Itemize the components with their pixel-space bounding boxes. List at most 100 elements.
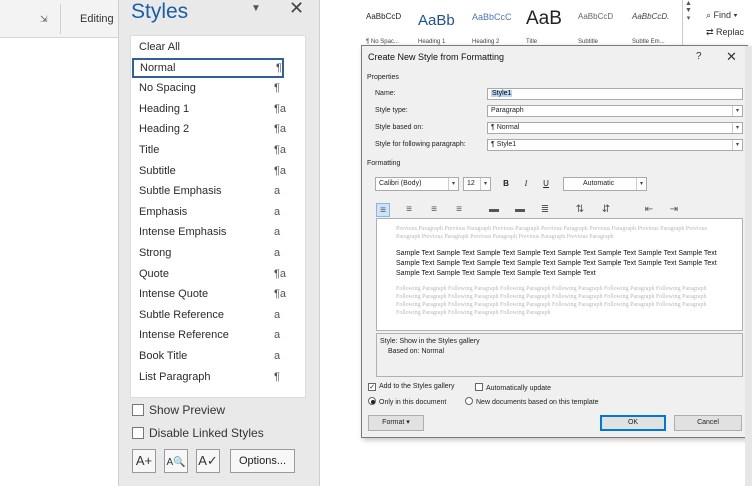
checkbox-icon[interactable] <box>475 383 483 391</box>
align-left-button[interactable]: ≡ <box>376 203 390 217</box>
chevron-down-icon[interactable]: ▾ <box>448 178 458 190</box>
style-item[interactable]: Clear All <box>132 37 284 57</box>
disable-linked-styles-checkbox[interactable]: Disable Linked Styles <box>132 426 264 440</box>
style-item[interactable]: Intense Emphasis a <box>132 222 284 242</box>
justify-button[interactable]: ≡ <box>452 203 466 217</box>
checkbox-icon[interactable] <box>132 404 144 416</box>
new-documents-label: New documents based on this template <box>476 399 599 406</box>
help-icon[interactable]: ? <box>696 51 702 62</box>
dialog-launcher-icon[interactable]: ⇲ <box>40 14 48 25</box>
style-item-label: Subtle Reference <box>139 308 224 321</box>
based-on-select[interactable]: ¶ Normal ▾ <box>487 122 743 134</box>
manage-styles-button[interactable]: A✓ <box>196 449 220 473</box>
options-button[interactable]: Options... <box>230 449 295 473</box>
chevron-down-icon[interactable]: ▾ <box>732 140 742 150</box>
style-item[interactable]: Heading 2 ¶a <box>132 119 286 139</box>
style-type-icon: ¶a <box>274 288 287 301</box>
chevron-down-icon[interactable]: ▾ <box>480 178 490 190</box>
gallery-style-sample[interactable]: AaBbCcD <box>578 12 613 21</box>
style-list: Clear All Normal ¶ No Spacing ¶ Heading 1 ¶a He… <box>130 35 306 398</box>
style-item-label: Emphasis <box>139 205 188 218</box>
align-right-button[interactable]: ≡ <box>427 203 441 217</box>
underline-button[interactable]: U <box>539 177 553 191</box>
increase-indent-button[interactable]: ⇥ <box>667 203 681 217</box>
gallery-style-sample[interactable]: AaBbCcD <box>366 12 401 21</box>
gallery-scroll[interactable]: ▲ ▼ ▾ <box>682 0 694 46</box>
style-item[interactable]: Subtle Emphasis a <box>132 181 284 201</box>
style-type-icon: ¶a <box>274 267 287 280</box>
italic-button[interactable]: I <box>519 177 533 191</box>
chevron-down-icon[interactable]: ▾ <box>636 178 646 190</box>
font-color-select[interactable]: Automatic ▾ <box>563 177 647 191</box>
style-item[interactable]: Title ¶a <box>132 140 286 160</box>
checkmark-icon[interactable]: ✓ <box>368 383 376 391</box>
add-to-gallery-checkbox[interactable]: ✓ Add to the Styles gallery <box>368 383 455 391</box>
size-value: 12 <box>467 180 475 187</box>
document-background <box>745 46 752 486</box>
cancel-button[interactable]: Cancel <box>674 415 742 431</box>
only-this-document-label: Only in this document <box>379 399 447 406</box>
name-input[interactable]: Style1 <box>487 88 743 100</box>
style-item-label: Quote <box>139 267 169 280</box>
increase-para-spacing-button[interactable]: ⇅ <box>573 203 587 217</box>
align-center-button[interactable]: ≡ <box>402 203 416 217</box>
one-half-spacing-button[interactable]: ▬ <box>513 203 527 217</box>
gallery-style-sample[interactable]: AaBbCcC <box>472 12 512 22</box>
radio-icon[interactable] <box>465 397 473 405</box>
radio-selected-icon[interactable] <box>368 397 376 405</box>
new-style-button[interactable]: A+ <box>132 449 156 473</box>
decrease-para-spacing-button[interactable]: ⇵ <box>599 203 613 217</box>
editing-group-label[interactable]: Editing <box>80 13 114 25</box>
style-inspector-button[interactable]: A🔍 <box>164 449 188 473</box>
style-item[interactable]: Intense Reference a <box>132 325 284 345</box>
style-description: Style: Show in the Styles gallery Based … <box>376 333 743 377</box>
style-item[interactable]: Intense Quote ¶a <box>132 284 287 304</box>
name-label: Name: <box>375 90 396 97</box>
bold-button[interactable]: B <box>499 177 513 191</box>
style-item-label: Clear All <box>139 41 180 53</box>
size-select[interactable]: 12 ▾ <box>463 177 491 191</box>
auto-update-checkbox[interactable]: Automatically update <box>475 383 551 392</box>
replace-label: Replac <box>716 27 745 37</box>
double-spacing-button[interactable]: ≣ <box>538 203 552 217</box>
chevron-down-icon[interactable]: ▾ <box>732 123 742 133</box>
pane-options-caret-icon[interactable]: ▼ <box>251 3 261 14</box>
style-item[interactable]: Heading 1 ¶a <box>132 99 286 119</box>
style-type-select[interactable]: Paragraph ▾ <box>487 105 743 117</box>
only-this-document-radio[interactable]: Only in this document <box>368 397 446 406</box>
style-item[interactable]: Quote ¶a <box>132 264 287 284</box>
style-item[interactable]: Subtitle ¶a <box>132 161 286 181</box>
style-item-label: Subtitle <box>139 164 176 177</box>
style-item[interactable]: Emphasis a <box>132 202 284 222</box>
style-item[interactable]: Book Title a <box>132 346 284 366</box>
following-paragraph-select[interactable]: ¶ Style1 ▾ <box>487 139 743 151</box>
style-item-label: Intense Quote <box>139 288 209 301</box>
gallery-style-sample[interactable]: AaBb <box>418 12 455 29</box>
close-icon[interactable]: ✕ <box>726 49 737 65</box>
previous-paragraph-text: Previous Paragraph Previous Paragraph Pr… <box>396 226 707 240</box>
font-color-value: Automatic <box>583 180 615 187</box>
single-spacing-button[interactable]: ▬ <box>487 203 501 217</box>
format-button[interactable]: Format ▾ <box>368 415 424 431</box>
description-line: Based on: Normal <box>388 348 445 355</box>
style-item[interactable]: List Paragraph ¶ <box>132 367 284 387</box>
find-button[interactable]: ⌕ Find ▾ <box>706 10 744 21</box>
show-preview-checkbox[interactable]: Show Preview <box>132 403 225 417</box>
gallery-style-sample[interactable]: AaB <box>526 8 562 30</box>
font-select[interactable]: Calibri (Body) ▾ <box>375 177 459 191</box>
ok-button[interactable]: OK <box>600 415 666 431</box>
new-style-icon: A+ <box>135 453 153 468</box>
style-type-icon: ¶ <box>274 370 280 383</box>
chevron-down-icon[interactable]: ▾ <box>732 106 742 116</box>
style-preview: Previous Paragraph Previous Paragraph Pr… <box>376 218 743 331</box>
checkbox-icon[interactable] <box>132 427 144 439</box>
close-icon[interactable]: ✕ <box>289 0 304 19</box>
style-item[interactable]: Normal ¶ <box>132 57 284 78</box>
new-documents-radio[interactable]: New documents based on this template <box>465 397 599 406</box>
gallery-style-sample[interactable]: AaBbCcD. <box>632 12 669 21</box>
style-item[interactable]: No Spacing ¶ <box>132 78 284 98</box>
style-item[interactable]: Subtle Reference a <box>132 305 284 325</box>
decrease-indent-button[interactable]: ⇤ <box>642 203 656 217</box>
replace-button[interactable]: ⇄ Replac <box>706 27 744 38</box>
style-item[interactable]: Strong a <box>132 243 284 263</box>
